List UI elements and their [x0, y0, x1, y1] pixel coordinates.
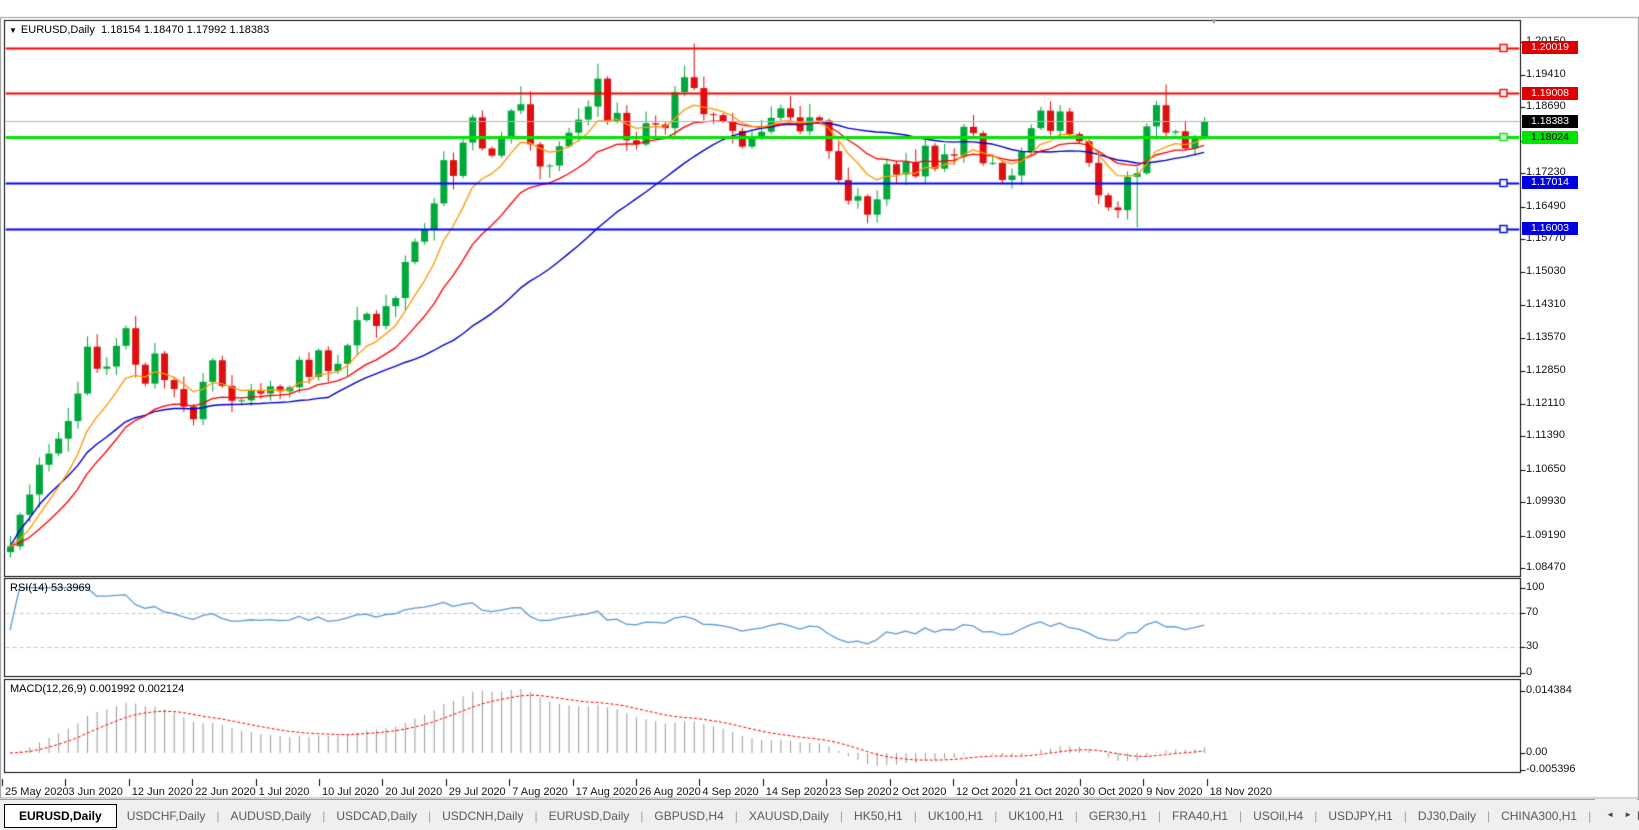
price-badge-support[interactable]: 1.17014 — [1522, 176, 1578, 189]
price-badge-resistance[interactable]: 1.20019 — [1522, 41, 1578, 54]
axis-label: 1.18690 — [1526, 100, 1566, 112]
chart-title: ▼ EURUSD,Daily 1.18154 1.18470 1.17992 1.… — [9, 24, 269, 36]
date-axis-label: 17 Aug 2020 — [576, 786, 638, 798]
date-axis-label: 26 Aug 2020 — [639, 786, 701, 798]
axis-label: 1.08470 — [1526, 561, 1566, 573]
axis-label: 30 — [1526, 640, 1538, 652]
axis-label: 1.14310 — [1526, 298, 1566, 310]
axis-label: 1.19410 — [1526, 68, 1566, 80]
axis-label: 1.12850 — [1526, 364, 1566, 376]
chart-tab-bar: EURUSD,DailyUSDCHF,Daily|AUDUSD,Daily|US… — [0, 799, 1639, 830]
date-axis-label: 10 Jul 2020 — [322, 786, 379, 798]
price-badge-support[interactable]: 1.18024 — [1522, 131, 1578, 144]
axis-label: 1.16490 — [1526, 200, 1566, 212]
date-axis-label: 9 Nov 2020 — [1146, 786, 1202, 798]
axis-label: 1.10650 — [1526, 463, 1566, 475]
axis-label: 0 — [1526, 666, 1532, 678]
date-axis-label: 12 Jun 2020 — [132, 786, 193, 798]
chart-tab-usdcnh-daily[interactable]: USDCNH,Daily — [432, 805, 533, 827]
axis-label: 1.09190 — [1526, 529, 1566, 541]
chart-tab-usdcad-daily[interactable]: USDCAD,Daily — [326, 805, 427, 827]
date-axis-label: 7 Aug 2020 — [512, 786, 568, 798]
axis-label: 1.11390 — [1526, 429, 1565, 441]
axis-label: 70 — [1526, 606, 1538, 618]
date-axis-label: 20 Jul 2020 — [385, 786, 442, 798]
date-axis-label: 2 Oct 2020 — [893, 786, 947, 798]
chart-tab-xauusd-daily[interactable]: XAUUSD,Daily — [739, 805, 839, 827]
rsi-indicator-label: RSI(14) 53.3969 — [10, 582, 91, 594]
chart-tab-dj30-daily[interactable]: DJ30,Daily — [1408, 805, 1486, 827]
axis-label: 0.00 — [1526, 746, 1547, 758]
price-badge-current-price: 1.18383 — [1522, 115, 1578, 128]
chart-ohlc-values: 1.18154 1.18470 1.17992 1.18383 — [101, 24, 269, 36]
axis-label: 1.09930 — [1526, 495, 1566, 507]
axis-label: 0.014384 — [1526, 684, 1572, 696]
price-badge-resistance[interactable]: 1.19008 — [1522, 87, 1578, 100]
date-axis-label: 3 Jun 2020 — [68, 786, 122, 798]
collapse-triangle-icon[interactable]: ▼ — [9, 26, 17, 35]
chart-shift-marker-icon[interactable]: ▼ — [1210, 17, 1218, 26]
chart-tab-eurusd-daily[interactable]: EURUSD,Daily — [539, 805, 640, 827]
date-axis-label: 22 Jun 2020 — [195, 786, 256, 798]
tab-scroll-arrows: ◄ ► — [1595, 799, 1637, 830]
date-axis-label: 23 Sep 2020 — [829, 786, 891, 798]
chart-canvas[interactable] — [0, 0, 1639, 830]
axis-label: 100 — [1526, 581, 1544, 593]
axis-label: 1.13570 — [1526, 331, 1566, 343]
chart-symbol-label: EURUSD,Daily — [21, 24, 95, 36]
chart-tab-uk100-h1[interactable]: UK100,H1 — [998, 805, 1073, 827]
axis-label: -0.005396 — [1526, 763, 1576, 775]
chart-tab-eurusd-daily[interactable]: EURUSD,Daily — [4, 804, 117, 828]
date-axis-label: 25 May 2020 — [5, 786, 69, 798]
date-axis-label: 12 Oct 2020 — [956, 786, 1016, 798]
chart-tab-uk100-h1[interactable]: UK100,H1 — [918, 805, 993, 827]
axis-label: 1.15030 — [1526, 265, 1566, 277]
price-badge-support[interactable]: 1.16003 — [1522, 222, 1578, 235]
date-axis-label: 14 Sep 2020 — [766, 786, 828, 798]
date-axis-label: 30 Oct 2020 — [1083, 786, 1143, 798]
chart-tab-audusd-daily[interactable]: AUDUSD,Daily — [221, 805, 322, 827]
chart-tab-hk50-h1[interactable]: HK50,H1 — [844, 805, 913, 827]
mt4-terminal: ▼ M1M5M15M30H1H4D1W1MN ▼EURUSD,Daily 1.1… — [0, 0, 1639, 830]
date-axis-label: 29 Jul 2020 — [449, 786, 506, 798]
macd-indicator-label: MACD(12,26,9) 0.001992 0.002124 — [10, 683, 184, 695]
chart-tab-usdjpy-h1[interactable]: USDJPY,H1 — [1318, 805, 1402, 827]
chart-tab-china300-h1[interactable]: CHINA300,H1 — [1491, 805, 1587, 827]
chart-tab-gbpusd-h4[interactable]: GBPUSD,H4 — [644, 805, 733, 827]
chart-tab-usdchf-daily[interactable]: USDCHF,Daily — [117, 805, 216, 827]
chart-tab-fra40-h1[interactable]: FRA40,H1 — [1162, 805, 1238, 827]
date-axis-label: 18 Nov 2020 — [1210, 786, 1272, 798]
tab-scroll-left-button[interactable]: ◄ — [1601, 807, 1619, 822]
date-axis-label: 21 Oct 2020 — [1019, 786, 1079, 798]
chart-tab-ger30-h1[interactable]: GER30,H1 — [1079, 805, 1157, 827]
axis-label: 1.12110 — [1526, 397, 1565, 409]
tab-scroll-right-button[interactable]: ► — [1619, 807, 1637, 822]
date-axis-label: 4 Sep 2020 — [702, 786, 758, 798]
chart-tab-usoil-h4[interactable]: USOil,H4 — [1243, 805, 1313, 827]
date-axis-label: 1 Jul 2020 — [259, 786, 310, 798]
